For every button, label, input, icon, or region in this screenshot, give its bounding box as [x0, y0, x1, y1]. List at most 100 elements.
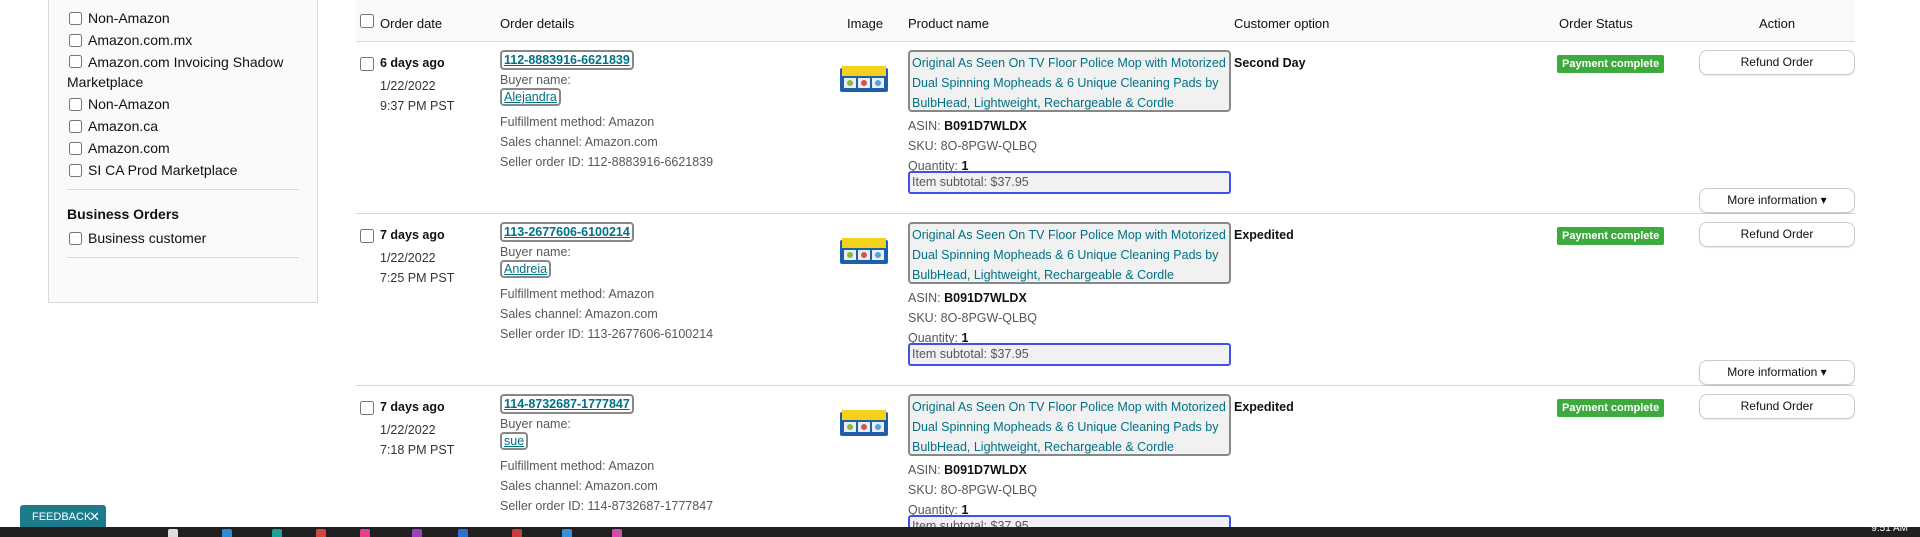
- header-product-name: Product name: [908, 16, 989, 31]
- close-icon[interactable]: ✕: [89, 505, 100, 529]
- order-id-link[interactable]: 112-8883916-6621839: [500, 50, 634, 70]
- seller-order-id: Seller order ID: 114-8732687-1777847: [500, 499, 714, 513]
- os-taskbar: 9:51 AM: [0, 523, 1920, 537]
- buyer-name-link[interactable]: sue: [500, 432, 529, 450]
- app-icon[interactable]: [458, 529, 468, 537]
- buyer-name-link[interactable]: Andreia: [500, 260, 552, 278]
- product-name-link[interactable]: Original As Seen On TV Floor Police Mop …: [908, 222, 1231, 284]
- filter-amazon-com[interactable]: Amazon.com: [67, 138, 299, 158]
- select-all-checkbox[interactable]: [360, 14, 374, 28]
- row-checkbox[interactable]: [360, 229, 374, 243]
- asin-label: ASIN:: [908, 463, 941, 477]
- app-icon[interactable]: [272, 529, 282, 537]
- filter-non-amazon[interactable]: Non-Amazon: [67, 8, 299, 28]
- product-name-link[interactable]: Original As Seen On TV Floor Police Mop …: [908, 394, 1231, 456]
- order-time-value: 9:37 PM PST: [380, 99, 455, 113]
- filter-amazon-com-mx[interactable]: Amazon.com.mx: [67, 30, 299, 50]
- order-id-link[interactable]: 114-8732687-1777847: [500, 394, 634, 414]
- fulfillment-method: Fulfillment method: Amazon: [500, 287, 655, 301]
- filter-label: Amazon.com Invoicing Shadow Marketplace: [67, 54, 284, 90]
- filter-invoicing-shadow[interactable]: Amazon.com Invoicing Shadow Marketplace: [67, 52, 299, 92]
- buyer-name-link[interactable]: Alejandra: [500, 88, 561, 106]
- product-image[interactable]: [840, 234, 888, 266]
- filter-label: Non-Amazon: [88, 10, 170, 26]
- order-date: 1/22/2022 7:25 PM PST: [380, 248, 454, 288]
- divider: [67, 257, 299, 258]
- filter-checkbox[interactable]: [69, 98, 82, 111]
- sku: SKU: 8O-8PGW-QLBQ: [908, 480, 1037, 500]
- product-image[interactable]: [840, 406, 888, 438]
- asin: ASIN: B091D7WLDX: [908, 288, 1027, 308]
- header-action: Action: [1759, 16, 1796, 31]
- filter-amazon-ca[interactable]: Amazon.ca: [67, 116, 299, 136]
- app-icon[interactable]: [222, 529, 232, 537]
- refund-order-button[interactable]: Refund Order: [1699, 222, 1855, 247]
- orders-table: Order date Order details Image Product n…: [356, 0, 1855, 537]
- asin-value: B091D7WLDX: [944, 291, 1027, 305]
- customer-option: Second Day: [1234, 56, 1306, 70]
- order-age: 7 days ago: [380, 400, 445, 414]
- row-checkbox[interactable]: [360, 401, 374, 415]
- asin-label: ASIN:: [908, 119, 941, 133]
- header-customer-option: Customer option: [1234, 16, 1330, 31]
- sku-value: 8O-8PGW-QLBQ: [940, 483, 1037, 497]
- app-icon[interactable]: [316, 529, 326, 537]
- row-checkbox[interactable]: [360, 57, 374, 71]
- product-image[interactable]: [840, 62, 888, 94]
- buyer-name-label: Buyer name:: [500, 73, 571, 87]
- asin-value: B091D7WLDX: [944, 119, 1027, 133]
- filter-checkbox[interactable]: [69, 232, 82, 245]
- filter-sidebar: Non-Amazon Amazon.com.mx Amazon.com Invo…: [48, 0, 318, 303]
- header-order-date[interactable]: Order date: [380, 16, 442, 31]
- product-name-link[interactable]: Original As Seen On TV Floor Police Mop …: [908, 50, 1231, 112]
- fulfillment-method: Fulfillment method: Amazon: [500, 115, 655, 129]
- search-icon[interactable]: [168, 529, 178, 537]
- filter-si-ca-prod[interactable]: SI CA Prod Marketplace: [67, 160, 299, 180]
- order-id-link[interactable]: 113-2677606-6100214: [500, 222, 634, 242]
- order-row: 7 days ago 1/22/2022 7:18 PM PST 114-873…: [356, 386, 1855, 537]
- feedback-button[interactable]: FEEDBACK ✕: [20, 505, 106, 529]
- refund-order-button[interactable]: Refund Order: [1699, 394, 1855, 419]
- clock[interactable]: 9:51 AM: [1871, 523, 1908, 534]
- filter-checkbox[interactable]: [69, 120, 82, 133]
- app-icon[interactable]: [360, 529, 370, 537]
- asin-value: B091D7WLDX: [944, 463, 1027, 477]
- filter-label: SI CA Prod Marketplace: [88, 162, 238, 178]
- refund-order-button[interactable]: Refund Order: [1699, 50, 1855, 75]
- order-date-value: 1/22/2022: [380, 251, 436, 265]
- customer-option: Expedited: [1234, 228, 1294, 242]
- more-information-button[interactable]: More information ▾: [1699, 360, 1855, 385]
- filter-checkbox[interactable]: [69, 55, 82, 68]
- header-order-status: Order Status: [1559, 16, 1633, 31]
- filter-business-customer[interactable]: Business customer: [67, 228, 299, 248]
- order-date-value: 1/22/2022: [380, 79, 436, 93]
- sku-label: SKU:: [908, 311, 938, 325]
- table-header: Order date Order details Image Product n…: [356, 0, 1855, 42]
- header-image: Image: [847, 16, 884, 31]
- app-icon[interactable]: [562, 529, 572, 537]
- more-information-button[interactable]: More information ▾: [1699, 188, 1855, 213]
- header-order-details: Order details: [500, 16, 575, 31]
- divider: [67, 189, 299, 190]
- sku: SKU: 8O-8PGW-QLBQ: [908, 136, 1037, 156]
- order-date-value: 1/22/2022: [380, 423, 436, 437]
- order-age: 7 days ago: [380, 228, 445, 242]
- buyer-name-label: Buyer name:: [500, 417, 571, 431]
- filter-checkbox[interactable]: [69, 164, 82, 177]
- sku-value: 8O-8PGW-QLBQ: [940, 311, 1037, 325]
- app-icon[interactable]: [612, 529, 622, 537]
- order-time-value: 7:18 PM PST: [380, 443, 455, 457]
- filter-checkbox[interactable]: [69, 12, 82, 25]
- fulfillment-method: Fulfillment method: Amazon: [500, 459, 655, 473]
- order-row: 7 days ago 1/22/2022 7:25 PM PST 113-267…: [356, 214, 1855, 386]
- filter-checkbox[interactable]: [69, 142, 82, 155]
- sales-channel: Sales channel: Amazon.com: [500, 135, 658, 149]
- seller-order-id: Seller order ID: 113-2677606-6100214: [500, 327, 714, 341]
- filter-non-amazon-2[interactable]: Non-Amazon: [67, 94, 299, 114]
- order-date: 1/22/2022 7:18 PM PST: [380, 420, 454, 460]
- app-icon[interactable]: [512, 529, 522, 537]
- app-icon[interactable]: [412, 529, 422, 537]
- business-orders-heading: Business Orders: [67, 206, 180, 222]
- filter-checkbox[interactable]: [69, 34, 82, 47]
- item-subtotal: Item subtotal: $37.95: [908, 171, 1231, 194]
